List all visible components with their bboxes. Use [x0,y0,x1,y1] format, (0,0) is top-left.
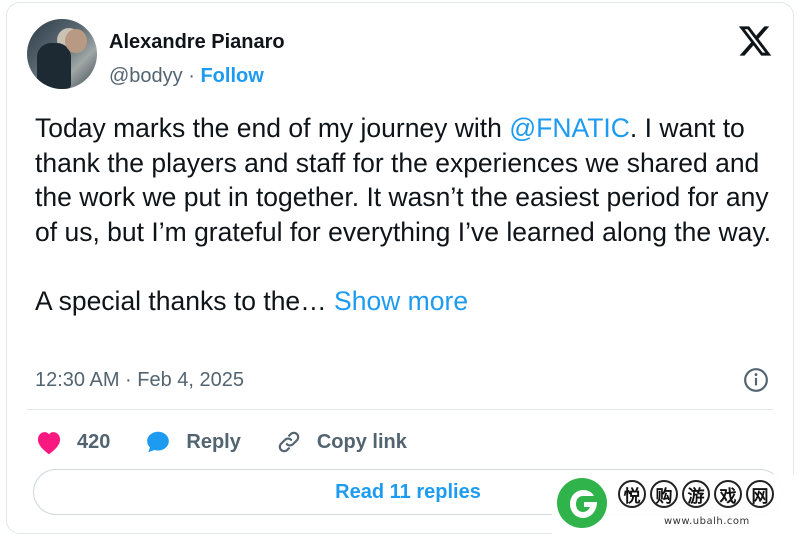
x-logo-icon[interactable] [737,23,773,59]
tweet-timestamp[interactable]: 12:30 AM · Feb 4, 2025 [35,369,244,392]
watermark-char: 戏 [714,480,742,508]
divider [27,409,773,410]
copy-link-label: Copy link [316,430,407,453]
site-watermark: 悦 购 游 戏 网 www.ubalh.com [552,474,798,534]
avatar[interactable] [27,19,97,89]
author-name[interactable]: Alexandre Pianaro [109,31,285,54]
avatar-head [65,29,87,53]
tweet-text: Today marks the end of my journey with @… [35,111,785,318]
watermark-char: 悦 [618,480,646,508]
mention-link[interactable]: @FNATIC [509,113,630,143]
action-bar: 420 Reply Copy link [35,425,441,459]
info-icon[interactable] [743,367,769,393]
heart-icon [37,432,61,455]
link-icon [278,431,300,453]
author-handle[interactable]: @bodyy [109,65,183,87]
watermark-char: 购 [650,480,678,508]
reply-label: Reply [186,430,241,453]
watermark-url: www.ubalh.com [664,516,750,527]
copy-link-button[interactable]: Copy link [275,429,407,455]
follow-button[interactable]: Follow [200,65,263,87]
like-count: 420 [77,430,111,453]
avatar-figure [37,43,71,89]
reply-bubble-icon [147,431,170,453]
reply-button[interactable]: Reply [144,429,241,455]
watermark-char: 游 [682,480,710,508]
watermark-logo-icon [557,478,607,528]
tweet-text-intro: Today marks the end of my journey with [35,113,510,143]
author-handle-line: @bodyy · Follow [109,65,264,88]
tweet-card: Alexandre Pianaro @bodyy · Follow Today … [6,2,794,534]
watermark-chars: 悦 购 游 戏 网 [618,480,778,508]
like-button[interactable]: 420 [35,429,110,455]
handle-separator: · [182,65,201,87]
watermark-char: 网 [746,480,774,508]
show-more-link[interactable]: Show more [334,286,468,316]
